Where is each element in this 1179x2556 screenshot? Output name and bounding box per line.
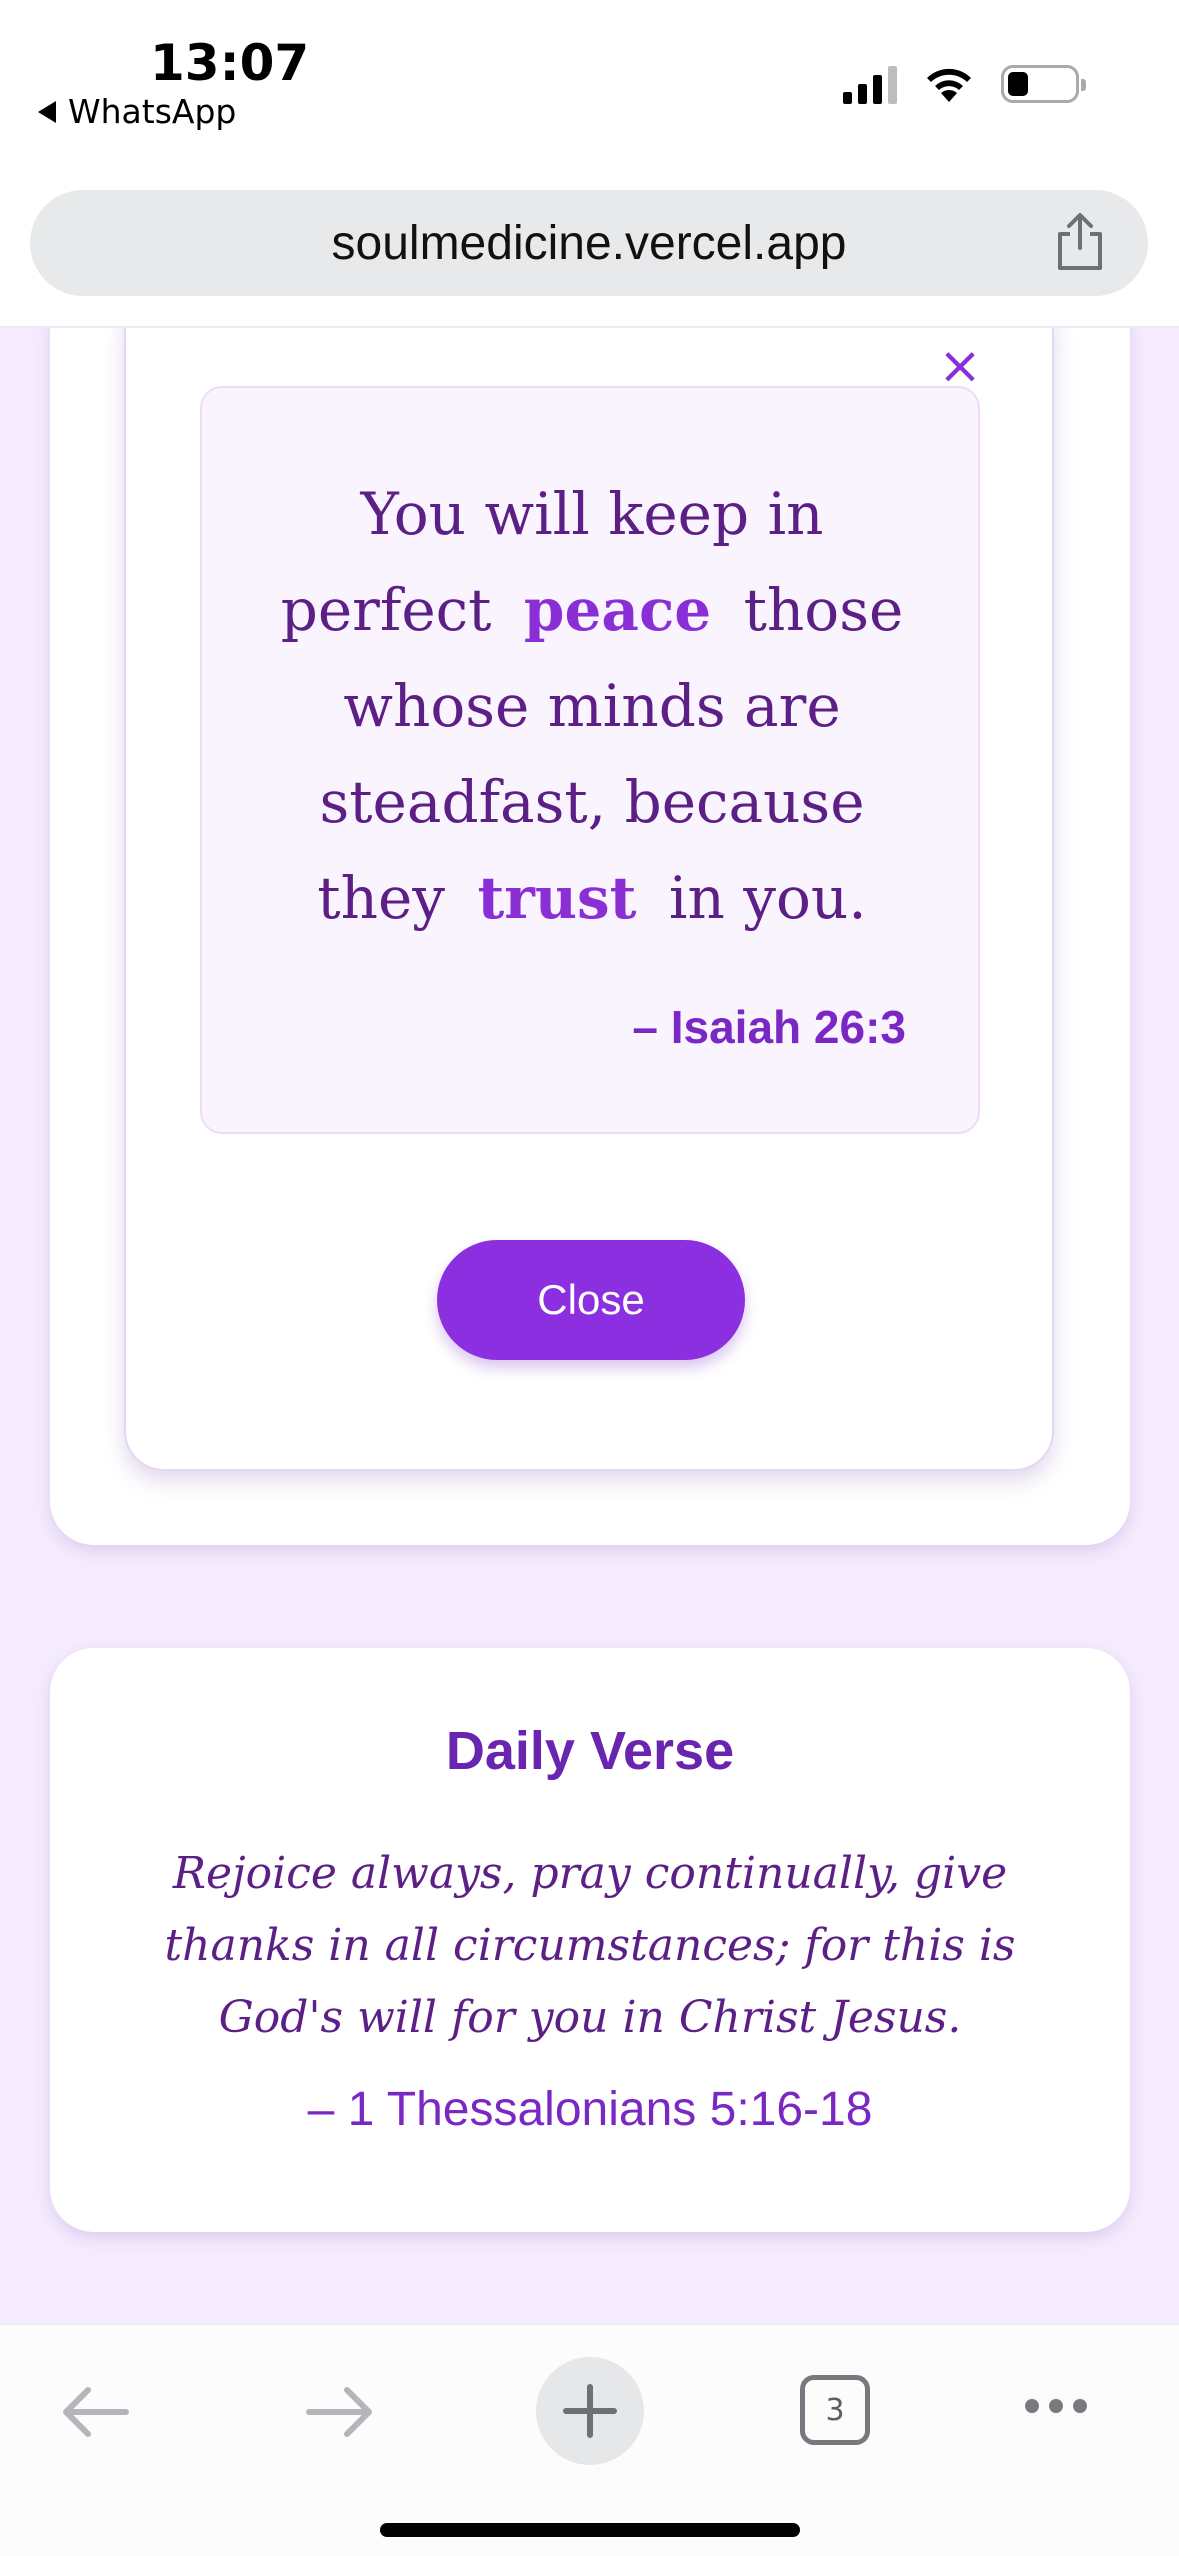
tab-count: 3 [825,2392,845,2428]
back-app-label: WhatsApp [68,92,237,131]
page-content: × You will keep in perfect peace those w… [0,328,1179,2323]
close-button[interactable]: Close [437,1240,745,1360]
home-indicator[interactable] [380,2523,800,2537]
daily-verse-reference: – 1 Thessalonians 5:16-18 [307,2083,873,2136]
tabs-button[interactable]: 3 [800,2375,870,2445]
verse-highlight-trust: trust [477,864,637,932]
verse-box: You will keep in perfect peace those who… [200,386,980,1134]
verse-highlight-peace: peace [523,576,712,644]
verse-part-3: in you. [668,864,867,932]
forward-arrow-icon[interactable] [305,2385,375,2439]
new-tab-button[interactable] [536,2357,644,2465]
browser-toolbar: 3 [0,2323,1179,2556]
more-icon[interactable] [1025,2399,1087,2413]
daily-verse-card: Daily Verse Rejoice always, pray continu… [50,1648,1130,2232]
signal-icon [843,64,897,104]
wifi-icon [927,68,971,102]
daily-verse-text: Rejoice always, pray continually, give t… [164,1848,1016,2043]
back-triangle-icon [38,100,56,123]
share-icon[interactable] [1052,212,1108,272]
status-bar: 13:07 WhatsApp [0,0,1179,160]
back-to-app-link[interactable]: WhatsApp [38,92,236,131]
back-arrow-icon[interactable] [60,2385,130,2439]
status-time: 13:07 [150,34,310,92]
url-text[interactable]: soulmedicine.vercel.app [332,216,847,271]
plus-icon [563,2384,617,2438]
verse-text: You will keep in perfect peace those who… [252,466,932,946]
battery-icon [1001,65,1086,103]
close-icon[interactable]: × [938,340,982,392]
status-icons [843,64,1086,104]
daily-verse-title: Daily Verse [445,1721,735,1781]
verse-modal: × You will keep in perfect peace those w… [124,328,1054,1471]
verse-reference: – Isaiah 26:3 [632,1001,906,1053]
address-bar[interactable]: soulmedicine.vercel.app [30,190,1148,296]
